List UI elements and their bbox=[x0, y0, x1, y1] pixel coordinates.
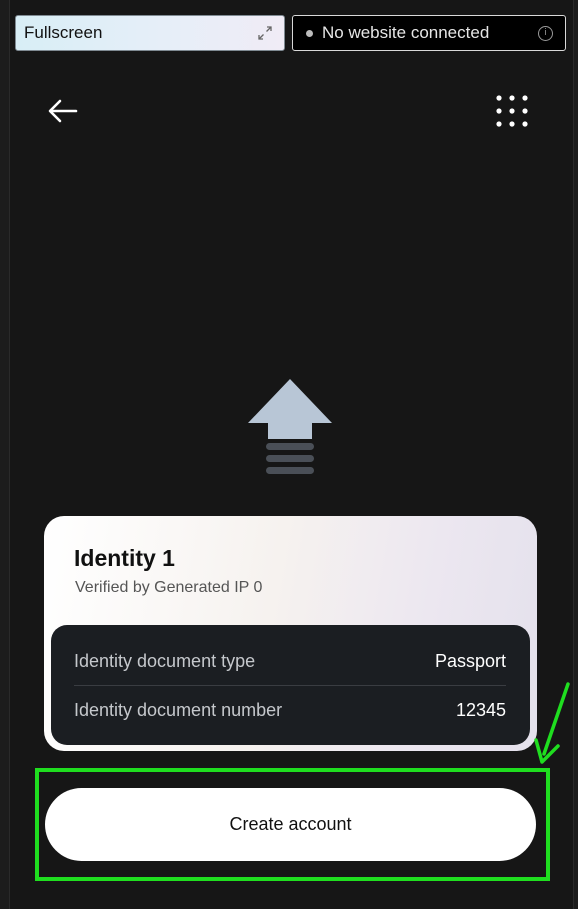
detail-label: Identity document type bbox=[74, 650, 256, 671]
status-dot-icon bbox=[306, 29, 313, 37]
identity-title: Identity 1 bbox=[74, 545, 175, 571]
identity-details: Identity document type Passport Identity… bbox=[51, 625, 530, 745]
fullscreen-label: Fullscreen bbox=[24, 23, 103, 42]
detail-value: 12345 bbox=[455, 699, 506, 720]
identity-subtitle: Verified by Generated IP 0 bbox=[75, 579, 263, 596]
connection-status[interactable]: No website connected i bbox=[292, 15, 566, 51]
connection-status-text: No website connected bbox=[322, 23, 490, 42]
detail-row-document-number: Identity document number 12345 bbox=[74, 686, 506, 734]
top-bar: Fullscreen No website connected i bbox=[15, 15, 566, 51]
create-account-button[interactable]: Create account bbox=[45, 788, 536, 861]
arrow-left-icon[interactable] bbox=[46, 95, 80, 127]
detail-label: Identity document number bbox=[74, 699, 283, 720]
detail-row-document-type: Identity document type Passport bbox=[74, 637, 506, 686]
annotation-arrow-icon bbox=[534, 682, 570, 764]
fullscreen-button[interactable]: Fullscreen bbox=[15, 15, 285, 51]
grid-dots-icon[interactable] bbox=[495, 94, 529, 128]
info-icon[interactable]: i bbox=[538, 26, 553, 41]
detail-value: Passport bbox=[434, 650, 506, 671]
expand-icon bbox=[258, 26, 272, 40]
identity-card: Identity 1 Verified by Generated IP 0 Id… bbox=[44, 516, 537, 751]
identity-arrow-icon bbox=[248, 379, 332, 474]
